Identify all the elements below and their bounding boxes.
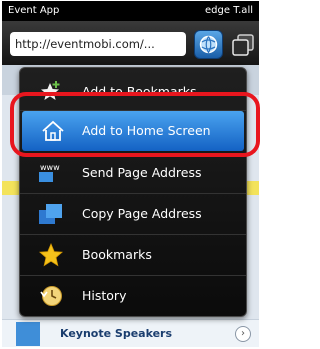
star-icon bbox=[39, 242, 63, 267]
person-icon bbox=[16, 322, 40, 346]
browser-toolbar: http://eventmobi.com/... bbox=[2, 21, 259, 65]
list-item-label: Keynote Speakers bbox=[60, 327, 173, 340]
status-app-name: Event App bbox=[8, 5, 60, 16]
go-button[interactable] bbox=[194, 30, 223, 59]
menu-item-history[interactable]: History bbox=[20, 276, 246, 316]
status-bar: Event App edge T.all bbox=[2, 1, 259, 21]
svg-text:www: www bbox=[40, 163, 60, 172]
phone-screen: Event App edge T.all http://eventmobi.co… bbox=[2, 1, 259, 347]
globe-icon bbox=[199, 35, 218, 54]
menu-item-label: Bookmarks bbox=[82, 247, 152, 262]
menu-item-label: Send Page Address bbox=[82, 165, 202, 180]
highlight-annotation bbox=[10, 92, 260, 157]
history-icon bbox=[40, 286, 62, 306]
url-field[interactable]: http://eventmobi.com/... bbox=[10, 32, 186, 56]
network-indicator: edge T.all bbox=[205, 5, 253, 16]
chevron-right-icon[interactable]: › bbox=[235, 326, 251, 342]
menu-item-label: Copy Page Address bbox=[82, 206, 202, 221]
menu-item-bookmarks[interactable]: Bookmarks bbox=[20, 235, 246, 275]
menu-item-copy-page-address[interactable]: Copy Page Address bbox=[20, 194, 246, 234]
menu-item-label: History bbox=[82, 288, 127, 303]
list-item-keynote-speakers[interactable]: Keynote Speakers › bbox=[2, 319, 259, 347]
copy-icon bbox=[39, 204, 62, 224]
menu-item-send-page-address[interactable]: www Send Page Address bbox=[20, 153, 246, 193]
tabs-icon[interactable] bbox=[230, 33, 256, 57]
www-icon: www bbox=[39, 163, 60, 182]
